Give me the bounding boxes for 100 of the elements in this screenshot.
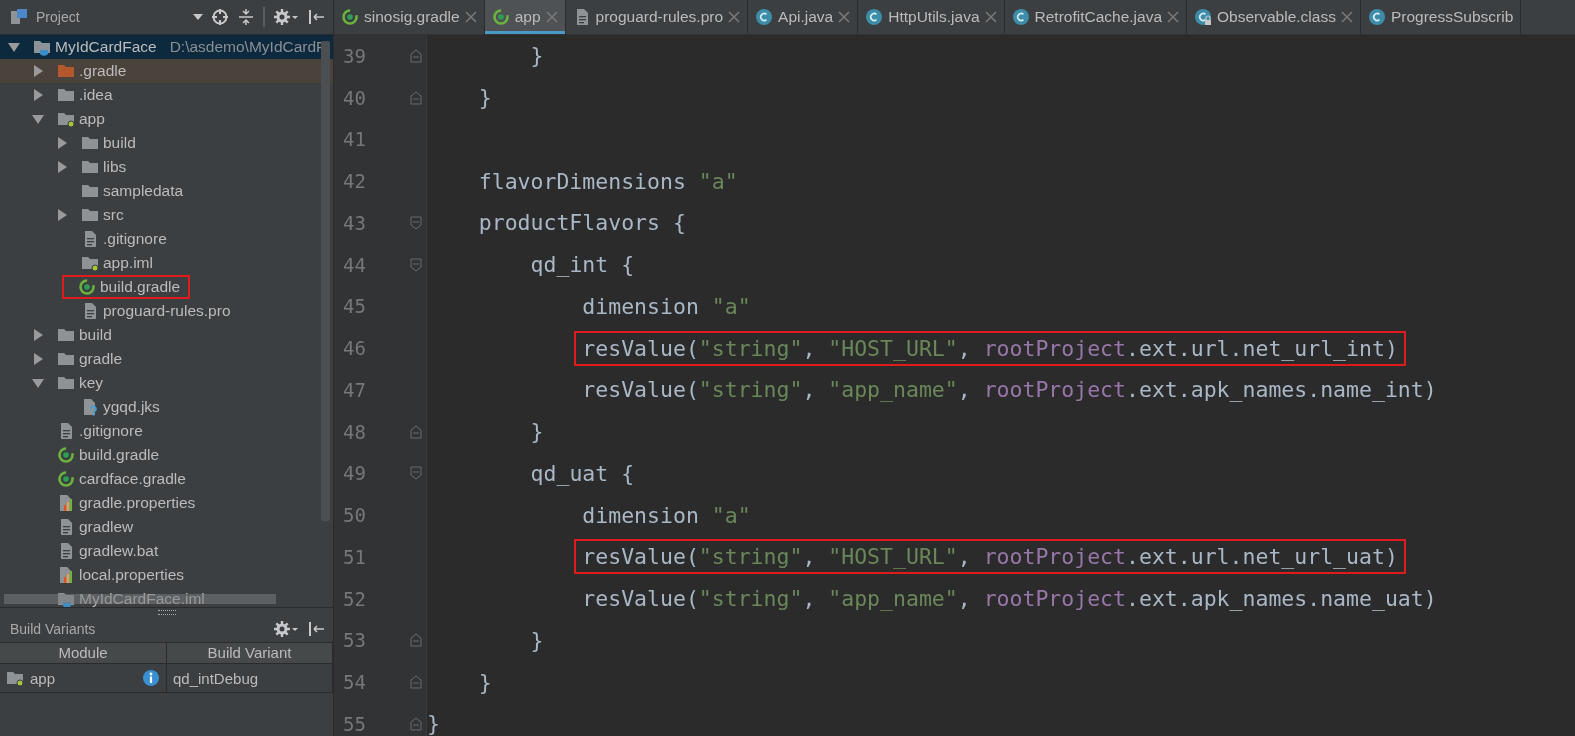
item-label: .gradle — [79, 62, 127, 80]
line-number: 44 — [342, 253, 366, 276]
tree-item[interactable]: key — [0, 371, 333, 395]
column-header[interactable]: Module — [0, 643, 167, 663]
tree-item[interactable]: MyIdCardFace D:\asdemo\MyIdCardF — [0, 35, 333, 59]
close-icon[interactable] — [1340, 11, 1353, 23]
fold-marker-icon[interactable] — [410, 424, 422, 439]
line-number: 39 — [342, 44, 366, 67]
tree-item[interactable]: build.gradle — [0, 443, 333, 467]
editor-tab[interactable]: Api.java — [748, 0, 859, 34]
hide-panel-icon[interactable] — [307, 8, 325, 26]
close-icon[interactable] — [464, 11, 477, 23]
folder-icon — [81, 206, 99, 224]
tree-item[interactable]: gradle.properties — [0, 491, 333, 515]
collapsed-arrow-icon[interactable] — [56, 209, 68, 221]
fold-marker-icon[interactable] — [410, 466, 422, 481]
tree-item[interactable]: ygqd.jks — [0, 395, 333, 419]
editor-tab[interactable]: RetrofitCache.java — [1004, 0, 1188, 34]
properties-file-icon — [57, 494, 75, 512]
editor-tab[interactable]: ProgressSubscrib — [1360, 0, 1522, 34]
collapsed-arrow-icon[interactable] — [32, 89, 44, 101]
folder-icon — [57, 326, 75, 344]
line-number: 55 — [342, 712, 366, 735]
tree-item[interactable]: sampledata — [0, 179, 333, 203]
module-file-icon — [81, 254, 99, 272]
column-header[interactable]: Build Variant — [167, 643, 333, 663]
project-folder-icon — [33, 38, 51, 56]
tree-item[interactable]: .gitignore — [0, 227, 333, 251]
fold-marker-icon[interactable] — [410, 48, 422, 63]
line-number: 47 — [342, 378, 366, 401]
folder-icon — [57, 62, 75, 80]
fold-marker-icon[interactable] — [410, 257, 422, 272]
module-folder-icon — [57, 110, 75, 128]
close-icon[interactable] — [838, 11, 851, 23]
tree-item[interactable]: build — [0, 323, 333, 347]
settings-icon[interactable] — [273, 620, 299, 638]
editor-tab[interactable]: HttpUtils.java — [858, 0, 1005, 34]
tree-item[interactable]: proguard-rules.pro — [0, 299, 333, 323]
editor-tab[interactable]: Observable.class — [1187, 0, 1361, 34]
item-label: key — [79, 374, 104, 392]
fold-marker-icon[interactable] — [410, 716, 422, 731]
tree-item[interactable]: local.properties — [0, 563, 333, 587]
variant-dropdown[interactable]: qd_intDebug — [167, 664, 333, 692]
expanded-arrow-icon[interactable] — [32, 113, 44, 125]
collapsed-arrow-icon[interactable] — [32, 65, 44, 77]
settings-icon[interactable] — [273, 8, 299, 26]
gradle-icon — [491, 8, 510, 26]
collapsed-arrow-icon[interactable] — [56, 161, 68, 173]
tree-item[interactable]: .gitignore — [0, 419, 333, 443]
tree-item[interactable]: gradle — [0, 347, 333, 371]
collapsed-arrow-icon[interactable] — [56, 137, 68, 149]
line-number: 43 — [342, 211, 366, 234]
tree-item[interactable]: build.gradle — [0, 275, 333, 299]
code-line: flavorDimensions "a" — [477, 167, 739, 196]
code-line: qd_uat { — [529, 459, 636, 488]
dropdown-caret-icon[interactable] — [193, 13, 203, 21]
code-line: productFlavors { — [477, 209, 687, 238]
close-icon[interactable] — [1167, 11, 1180, 23]
close-icon[interactable] — [728, 11, 741, 23]
tree-item[interactable]: app — [0, 107, 333, 131]
close-icon[interactable] — [545, 11, 558, 23]
line-number: 46 — [342, 337, 366, 360]
folder-icon — [81, 134, 99, 152]
line-number: 49 — [342, 462, 366, 485]
folder-icon — [57, 374, 75, 392]
fold-marker-icon[interactable] — [410, 633, 422, 648]
fold-marker-icon[interactable] — [410, 90, 422, 105]
locate-icon[interactable] — [211, 8, 229, 26]
tree-item[interactable]: .idea — [0, 83, 333, 107]
fold-marker-icon[interactable] — [410, 675, 422, 690]
info-icon[interactable] — [142, 669, 160, 687]
tree-item[interactable]: libs — [0, 155, 333, 179]
collapsed-arrow-icon[interactable] — [32, 353, 44, 365]
code-line: } — [529, 42, 545, 71]
tree-item[interactable]: gradlew — [0, 515, 333, 539]
tree-item[interactable]: build — [0, 131, 333, 155]
tree-item[interactable]: cardface.gradle — [0, 467, 333, 491]
scrollbar[interactable] — [321, 41, 330, 521]
collapsed-arrow-icon[interactable] — [32, 329, 44, 341]
expanded-arrow-icon[interactable] — [8, 41, 20, 53]
fold-marker-icon[interactable] — [410, 215, 422, 230]
tree-item[interactable]: app.iml — [0, 251, 333, 275]
tree-item[interactable]: gradlew.bat — [0, 539, 333, 563]
item-label: build — [79, 326, 112, 344]
editor-tab[interactable]: proguard-rules.pro — [565, 0, 749, 34]
tree-item[interactable]: .gradle — [0, 59, 333, 83]
close-icon[interactable] — [984, 11, 997, 23]
project-path: D:\asdemo\MyIdCardF — [169, 38, 326, 56]
collapse-all-icon[interactable] — [237, 8, 255, 26]
class-icon — [865, 8, 884, 26]
expanded-arrow-icon[interactable] — [32, 377, 44, 389]
editor-tab[interactable]: sinosig.gradle — [334, 0, 485, 34]
tree-item[interactable]: src — [0, 203, 333, 227]
code-line: dimension "a" — [581, 501, 752, 530]
splitter-handle[interactable] — [0, 607, 333, 616]
class-icon — [1011, 8, 1030, 26]
editor-tab[interactable]: app — [484, 0, 566, 34]
item-label: gradle — [79, 350, 123, 368]
hide-panel-icon[interactable] — [307, 620, 325, 638]
item-label: proguard-rules.pro — [103, 302, 231, 320]
